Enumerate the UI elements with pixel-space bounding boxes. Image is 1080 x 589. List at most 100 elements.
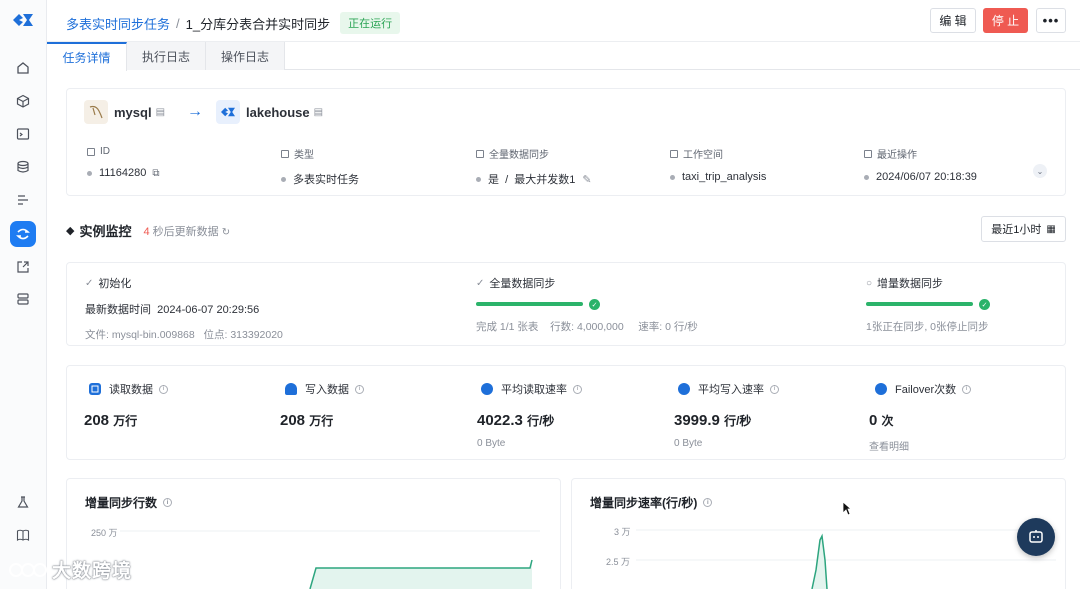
chart-title: 增量同步速率(行/秒) i [590, 494, 713, 511]
info-icon[interactable]: i [159, 384, 168, 394]
metric-unit: 次 [881, 414, 894, 428]
watermark-text: 大数跨境 [52, 561, 133, 582]
sync-rate: 速率: 0 行/秒 [638, 321, 698, 333]
left-rail [0, 0, 47, 589]
success-check-icon: ✓ [589, 299, 600, 310]
tab-operation-log[interactable]: 操作日志 [206, 42, 285, 70]
align-icon[interactable] [13, 190, 33, 210]
circle-status-icon: ○ [866, 277, 873, 289]
metric-unit: 万行 [113, 414, 138, 428]
metric-avg-read-rate: 平均读取速率 i 4022.3 行/秒 0 Byte [477, 381, 582, 449]
stop-button[interactable]: 停 止 [983, 8, 1028, 33]
field-icon [281, 149, 289, 158]
lakehouse-icon [216, 100, 241, 124]
info-value: 2024/06/07 20:18:39 [876, 171, 977, 183]
home-icon[interactable] [13, 58, 33, 78]
failover-icon [875, 383, 887, 395]
watermark-logo-icon [9, 562, 47, 577]
field-icon [864, 149, 872, 158]
file-value: mysql-bin.009868 [111, 329, 195, 341]
info-value: taxi_trip_analysis [682, 171, 767, 183]
info-label: 全量数据同步 [489, 150, 549, 161]
monitor-title: 实例监控 [79, 224, 132, 239]
success-check-icon: ✓ [979, 299, 990, 310]
expand-chevron-icon[interactable]: ⌄ [1033, 164, 1047, 178]
calendar-icon: ▦ [1046, 223, 1056, 235]
source-name: mysql [114, 104, 152, 120]
metric-avg-write-rate: 平均写入速率 i 3999.9 行/秒 0 Byte [674, 381, 779, 449]
bullet-icon [670, 174, 675, 180]
flask-icon[interactable] [13, 492, 33, 512]
info-label: 最近操作 [877, 150, 917, 161]
info-value: 是 / 最大并发数1 [488, 174, 576, 186]
metric-label: 读取数据 [109, 384, 153, 396]
bullet-icon [864, 174, 869, 180]
database-icon[interactable] [13, 157, 33, 177]
copy-icon[interactable]: ⧉ [152, 168, 159, 179]
tag-icon: ◆ [66, 225, 75, 237]
metric-sub: 0 Byte [477, 438, 506, 449]
time-range-button[interactable]: 最近1小时 ▦ [981, 216, 1066, 242]
metric-value: 0 [869, 412, 878, 429]
metric-value: 208 [280, 412, 306, 429]
info-value: 11164280 [99, 167, 147, 179]
copy-icon[interactable]: ▤ [156, 107, 165, 118]
terminal-icon[interactable] [13, 124, 33, 144]
field-icon [476, 149, 484, 158]
watermark: 大数跨境 [8, 556, 132, 583]
metric-value: 4022.3 [477, 412, 523, 429]
field-icon [670, 149, 678, 158]
breadcrumb-parent-link[interactable]: 多表实时同步任务 [66, 14, 170, 33]
info-icon[interactable]: i [355, 384, 364, 394]
breadcrumb: 多表实时同步任务 / 1_分库分表合并实时同步 正在运行 [66, 12, 401, 34]
check-icon: ✓ [476, 277, 485, 289]
export-icon[interactable] [13, 257, 33, 277]
full-sync-progress-bar [476, 302, 583, 306]
app-logo-icon[interactable] [11, 10, 35, 30]
incremental-rate-title: 增量同步速率(行/秒) [590, 496, 698, 510]
incremental-rows-chart [120, 530, 540, 589]
sync-task-icon[interactable] [10, 221, 36, 247]
read-rate-icon [481, 383, 493, 395]
mysql-icon [84, 100, 108, 124]
metric-sub: 0 Byte [674, 438, 703, 449]
cube-icon[interactable] [13, 91, 33, 111]
server-icon[interactable] [13, 289, 33, 309]
stage-full-sync: ✓ 全量数据同步 [476, 275, 555, 291]
info-full-sync: 全量数据同步 是 / 最大并发数1 ✎ [476, 146, 592, 187]
copy-icon[interactable]: ▤ [314, 107, 323, 118]
tab-execution-log[interactable]: 执行日志 [127, 42, 206, 70]
incremental-sync-progress-bar [866, 302, 973, 306]
info-icon[interactable]: i [703, 498, 713, 507]
metric-label: 平均读取速率 [501, 384, 567, 396]
stage-init: ✓ 初始化 最新数据时间 2024-06-07 20:29:56 文件: mysq… [85, 275, 283, 342]
position-value: 313392020 [230, 329, 283, 341]
bullet-icon [476, 176, 481, 182]
monitor-section-header: ◆ 实例监控 4 秒后更新数据 ↻ [66, 221, 230, 240]
metric-read: 读取数据 i 208 万行 [84, 381, 168, 429]
info-icon[interactable]: i [573, 384, 582, 394]
metric-label: Failover次数 [895, 384, 957, 396]
edit-button[interactable]: 编 辑 [930, 8, 976, 33]
more-actions-button[interactable]: ••• [1036, 8, 1066, 33]
chart-title: 增量同步行数 i [85, 494, 173, 511]
stage-incremental-sync: ○ 增量数据同步 [866, 275, 943, 291]
info-icon[interactable]: i [770, 384, 779, 394]
status-badge: 正在运行 [340, 12, 401, 34]
info-icon[interactable]: i [163, 498, 173, 507]
tab-task-details[interactable]: 任务详情 [47, 42, 127, 71]
y-tick-label: 2.5 万 [606, 557, 631, 567]
target-name: lakehouse [246, 104, 310, 120]
failover-details-link[interactable]: 查看明细 [869, 438, 971, 453]
chat-assistant-button[interactable] [1017, 518, 1055, 556]
refresh-icon[interactable]: ↻ [222, 227, 230, 238]
position-label: 位点: [203, 329, 228, 341]
stage-title: 初始化 [98, 278, 132, 290]
field-icon [87, 147, 95, 156]
metric-unit: 万行 [309, 414, 334, 428]
time-range-label: 最近1小时 [991, 224, 1042, 236]
book-icon[interactable] [13, 525, 33, 545]
metric-label: 写入数据 [305, 384, 349, 396]
info-icon[interactable]: i [962, 384, 972, 394]
edit-pencil-icon[interactable]: ✎ [582, 173, 591, 186]
